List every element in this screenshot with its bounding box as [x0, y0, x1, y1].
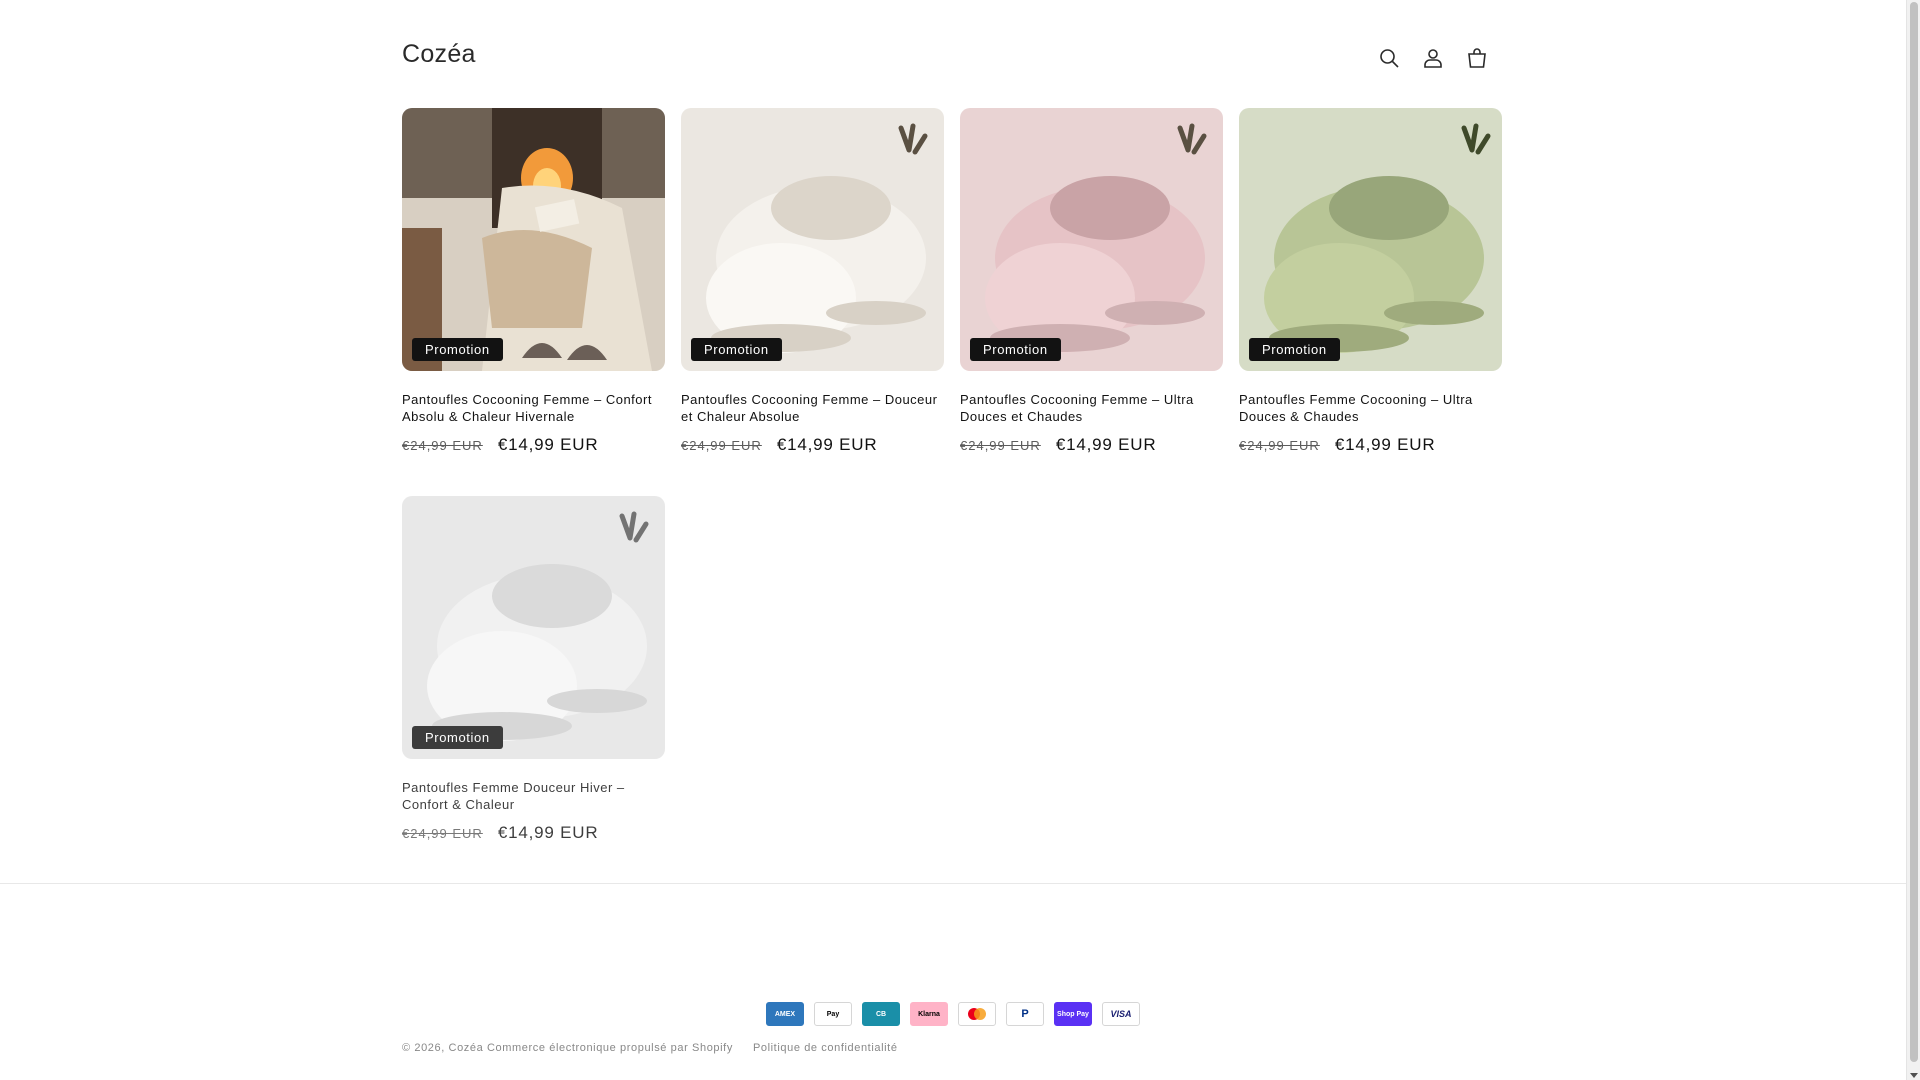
product-image[interactable]: Promotion	[1239, 108, 1502, 371]
price-row: €24,99 EUR €14,99 EUR	[402, 823, 665, 843]
sale-price: €14,99 EUR	[776, 435, 878, 454]
regular-price: €24,99 EUR	[402, 438, 483, 453]
visa-icon: VISA	[1102, 1002, 1140, 1026]
mastercard-icon	[958, 1002, 996, 1026]
paypal-icon: P	[1006, 1002, 1044, 1026]
product-title[interactable]: Pantoufles Cocooning Femme – Ultra Douce…	[960, 391, 1223, 425]
product-card[interactable]: Promotion Pantoufles Cocooning Femme – C…	[402, 108, 665, 455]
scrollbar-thumb[interactable]	[1910, 2, 1918, 1062]
promotion-badge: Promotion	[691, 338, 782, 361]
price-row: €24,99 EUR €14,99 EUR	[402, 435, 665, 455]
sale-price: €14,99 EUR	[1334, 435, 1436, 454]
sale-price: €14,99 EUR	[1055, 435, 1157, 454]
price-row: €24,99 EUR €14,99 EUR	[1239, 435, 1502, 455]
store-link[interactable]: Cozéa	[449, 1042, 484, 1054]
product-title[interactable]: Pantoufles Femme Douceur Hiver – Confort…	[402, 779, 665, 813]
product-card[interactable]: Promotion Pantoufles Femme Douceur Hiver…	[402, 496, 665, 843]
product-image[interactable]: Promotion	[681, 108, 944, 371]
shop-pay-icon: Shop Pay	[1054, 1002, 1092, 1026]
sale-price: €14,99 EUR	[497, 435, 599, 454]
store-logo[interactable]: Cozéa	[402, 40, 476, 69]
apple-pay-icon: Pay	[814, 1002, 852, 1026]
price-row: €24,99 EUR €14,99 EUR	[960, 435, 1223, 455]
product-image[interactable]: Promotion	[402, 496, 665, 759]
search-icon[interactable]	[1374, 36, 1404, 80]
regular-price: €24,99 EUR	[1239, 438, 1320, 453]
sale-price: €14,99 EUR	[497, 823, 599, 842]
regular-price: €24,99 EUR	[402, 826, 483, 841]
regular-price: €24,99 EUR	[960, 438, 1041, 453]
powered-by-link[interactable]: Commerce électronique propulsé par Shopi…	[487, 1042, 733, 1054]
klarna-icon: Klarna	[910, 1002, 948, 1026]
site-footer: AMEX Pay CB Klarna P Shop Pay VISA © 202…	[0, 883, 1906, 1080]
price-row: €24,99 EUR €14,99 EUR	[681, 435, 944, 455]
regular-price: €24,99 EUR	[681, 438, 762, 453]
promotion-badge: Promotion	[412, 726, 503, 749]
header-icons	[1374, 36, 1492, 80]
product-card[interactable]: Promotion Pantoufles Cocooning Femme – U…	[960, 108, 1223, 455]
site-header: Cozéa	[0, 0, 1906, 108]
privacy-policy-link[interactable]: Politique de confidentialité	[753, 1042, 898, 1054]
promotion-badge: Promotion	[1249, 338, 1340, 361]
product-title[interactable]: Pantoufles Cocooning Femme – Confort Abs…	[402, 391, 665, 425]
scrollbar[interactable]	[1906, 0, 1920, 1080]
account-icon[interactable]	[1418, 36, 1448, 80]
product-card[interactable]: Promotion Pantoufles Cocooning Femme – D…	[681, 108, 944, 455]
product-card[interactable]: Promotion Pantoufles Femme Cocooning – U…	[1239, 108, 1502, 455]
promotion-badge: Promotion	[412, 338, 503, 361]
scroll-down-arrow-icon[interactable]	[1910, 1073, 1918, 1078]
footer-meta: © 2026, Cozéa Commerce électronique prop…	[402, 1042, 898, 1054]
product-title[interactable]: Pantoufles Cocooning Femme – Douceur et …	[681, 391, 944, 425]
product-image[interactable]: Promotion	[402, 108, 665, 371]
cartes-bancaires-icon: CB	[862, 1002, 900, 1026]
product-image[interactable]: Promotion	[960, 108, 1223, 371]
payment-icons: AMEX Pay CB Klarna P Shop Pay VISA	[766, 1002, 1140, 1026]
cart-icon[interactable]	[1462, 36, 1492, 80]
promotion-badge: Promotion	[970, 338, 1061, 361]
product-title[interactable]: Pantoufles Femme Cocooning – Ultra Douce…	[1239, 391, 1502, 425]
copyright: © 2026, Cozéa Commerce électronique prop…	[402, 1042, 733, 1054]
amex-icon: AMEX	[766, 1002, 804, 1026]
